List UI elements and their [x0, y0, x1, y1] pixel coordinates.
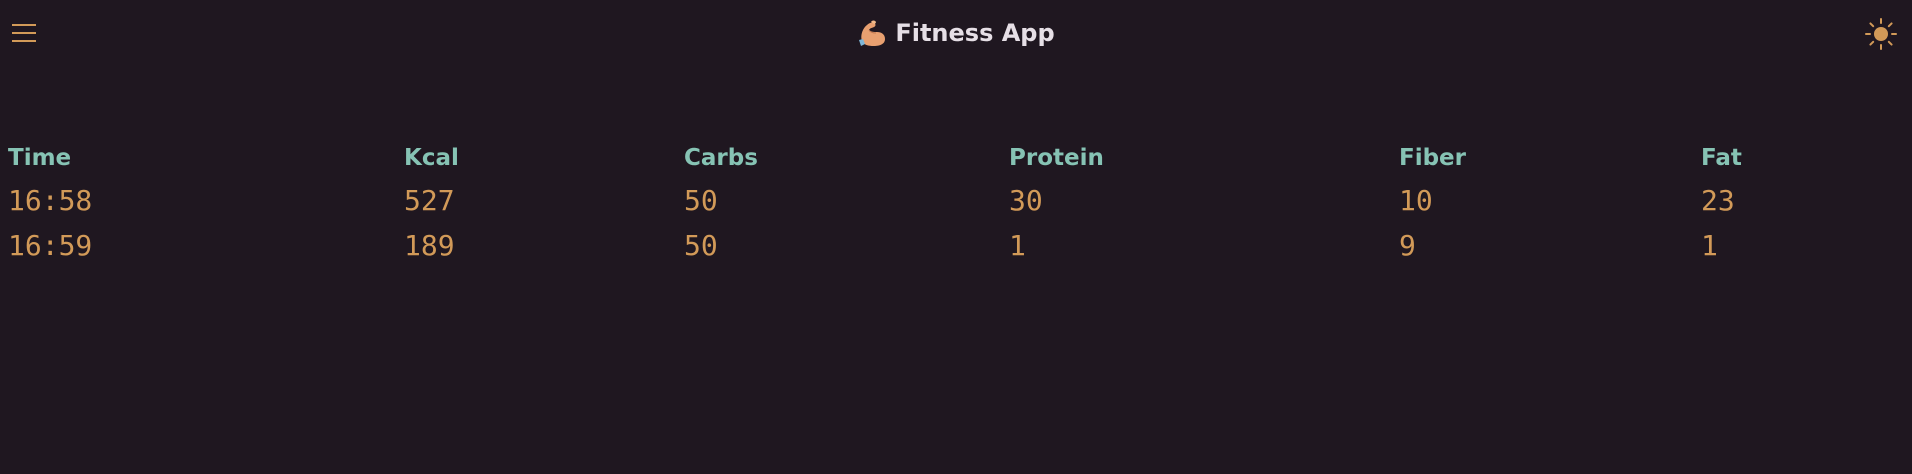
theme-toggle-button[interactable]	[1864, 17, 1898, 51]
cell-carbs: 50	[684, 184, 718, 217]
column-header-carbs: Carbs	[684, 145, 758, 171]
table-row: 16:59 189 50 1 9 1	[0, 223, 1912, 268]
cell-carbs: 50	[684, 229, 718, 262]
cell-time: 16:59	[8, 229, 93, 262]
column-header-protein: Protein	[1009, 145, 1104, 171]
app-title: Fitness App	[0, 17, 1912, 49]
cell-fat: 1	[1701, 229, 1718, 262]
column-header-fat: Fat	[1701, 145, 1742, 171]
cell-fiber: 10	[1399, 184, 1433, 217]
column-header-kcal: Kcal	[404, 145, 459, 171]
nutrition-log-table: Time Kcal Carbs Protein Fiber Fat 16:58 …	[0, 138, 1912, 268]
cell-fiber: 9	[1399, 229, 1416, 262]
cell-protein: 1	[1009, 229, 1026, 262]
column-header-fiber: Fiber	[1399, 145, 1467, 171]
column-header-time: Time	[8, 145, 72, 171]
app-header: Fitness App	[0, 0, 1912, 68]
app-title-text: Fitness App	[895, 19, 1055, 47]
table-row: 16:58 527 50 30 10 23	[0, 178, 1912, 223]
cell-kcal: 189	[404, 229, 455, 262]
table-header-row: Time Kcal Carbs Protein Fiber Fat	[0, 138, 1912, 178]
cell-time: 16:58	[8, 184, 93, 217]
cell-protein: 30	[1009, 184, 1043, 217]
cell-fat: 23	[1701, 184, 1735, 217]
sun-icon	[1865, 18, 1897, 50]
cell-kcal: 527	[404, 184, 455, 217]
flexed-biceps-icon	[859, 20, 886, 46]
